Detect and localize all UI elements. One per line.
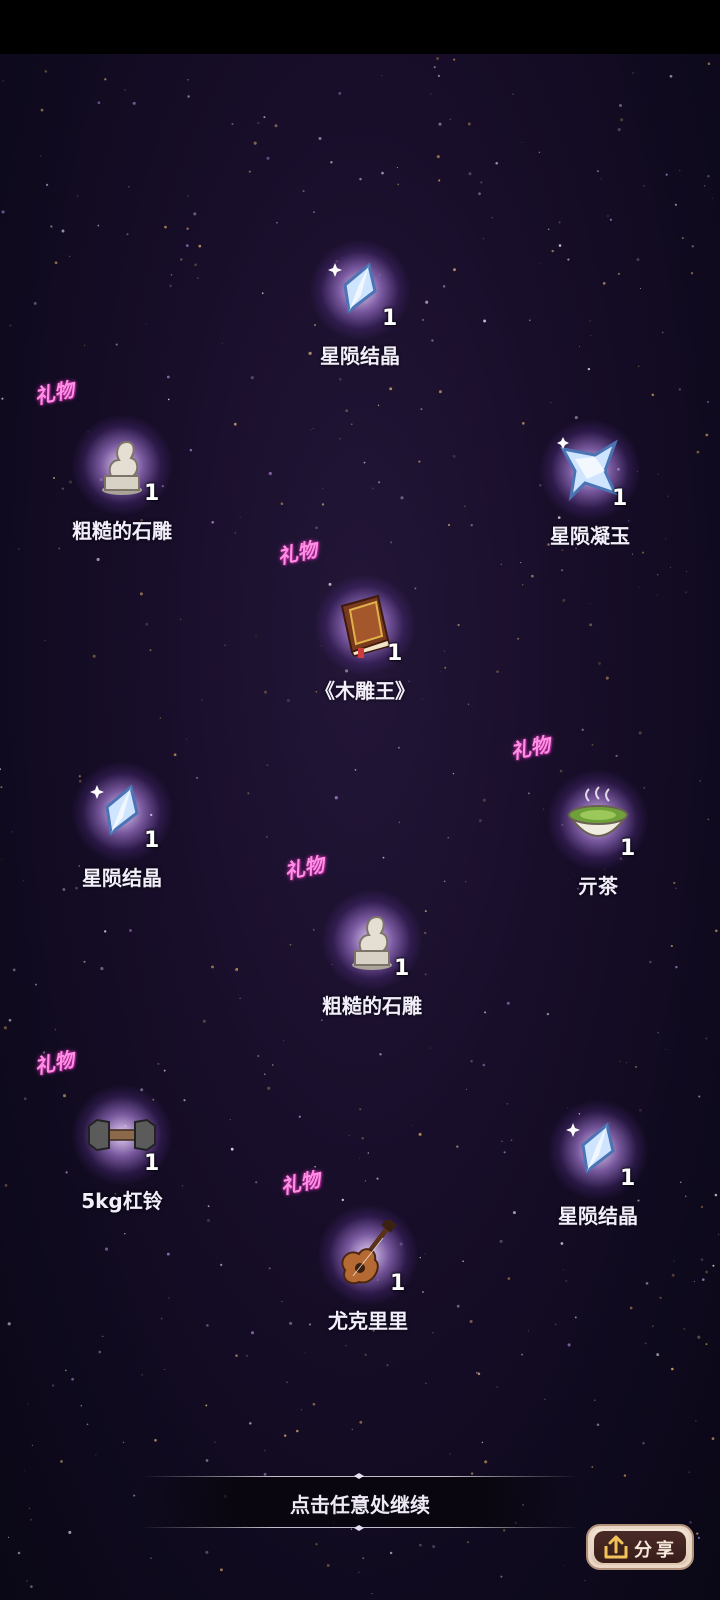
- reward-item[interactable]: 礼物 1 尤克里里: [278, 1167, 448, 1355]
- divider-line: [140, 1527, 580, 1528]
- item-name: 星陨结晶: [82, 866, 162, 890]
- item-name: 星陨凝玉: [550, 524, 630, 548]
- item-name: 星陨结晶: [320, 344, 400, 368]
- share-icon: [604, 1535, 628, 1559]
- item-name: 粗糙的石雕: [322, 994, 422, 1018]
- continue-prompt[interactable]: 点击任意处继续: [140, 1473, 580, 1531]
- share-button-inner: 分享: [594, 1531, 686, 1563]
- item-name: 星陨结晶: [558, 1204, 638, 1228]
- item-name: 粗糙的石雕: [72, 519, 172, 543]
- reward-item[interactable]: 礼物 1 5kg杠铃: [32, 1047, 202, 1235]
- item-count: 1: [382, 306, 398, 331]
- reward-item[interactable]: 礼物 1 亓茶: [508, 732, 678, 920]
- reward-item[interactable]: 1 星陨凝玉: [510, 420, 670, 570]
- item-name: 亓茶: [578, 874, 618, 898]
- item-count: 1: [612, 486, 628, 511]
- reward-item[interactable]: 1 星陨结晶: [280, 240, 440, 390]
- item-count: 1: [394, 956, 410, 981]
- item-name: 尤克里里: [328, 1309, 408, 1333]
- item-name: 《木雕王》: [315, 679, 415, 703]
- item-count: 1: [144, 1151, 160, 1176]
- item-count: 1: [144, 481, 160, 506]
- item-count: 1: [620, 1166, 636, 1191]
- item-count: 1: [390, 1271, 406, 1296]
- reward-item[interactable]: 礼物 1 粗糙的石雕: [282, 852, 452, 1040]
- item-count: 1: [620, 836, 636, 861]
- status-bar: [0, 0, 720, 54]
- share-button[interactable]: 分享: [586, 1524, 694, 1570]
- reward-item[interactable]: 1 星陨结晶: [42, 762, 202, 912]
- item-name: 5kg杠铃: [81, 1189, 163, 1213]
- share-label: 分享: [634, 1540, 678, 1561]
- reward-item[interactable]: 礼物 1 粗糙的石雕: [32, 377, 202, 565]
- continue-text: 点击任意处继续: [290, 1493, 430, 1517]
- item-count: 1: [387, 641, 403, 666]
- reward-item[interactable]: 1 星陨结晶: [518, 1100, 678, 1250]
- reward-item[interactable]: 礼物 1 《木雕王》: [275, 537, 445, 725]
- item-count: 1: [144, 828, 160, 853]
